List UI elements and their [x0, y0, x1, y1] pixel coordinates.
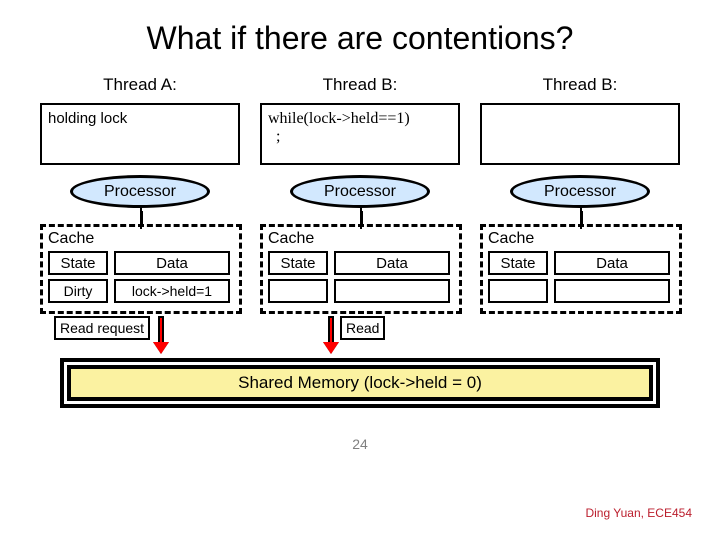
cache-a-label: Cache	[48, 230, 234, 248]
arrow-b1-head	[323, 342, 339, 354]
thread-b1-code: while(lock->held==1) ;	[260, 103, 460, 165]
thread-a-label: Thread A:	[40, 75, 240, 95]
thread-row: Thread A: holding lock Thread B: while(l…	[0, 75, 720, 165]
thread-b2: Thread B:	[480, 75, 680, 165]
state-b2	[488, 279, 548, 303]
data-header-a: Data	[114, 251, 230, 275]
read-a: Read request	[40, 320, 240, 348]
read-box-b1: Read	[340, 316, 385, 340]
thread-a: Thread A: holding lock	[40, 75, 240, 165]
thread-b1-label: Thread B:	[260, 75, 460, 95]
cache-b2-label: Cache	[488, 230, 674, 248]
read-request-box: Read request	[54, 316, 150, 340]
read-b2	[480, 320, 680, 348]
cache-a: Cache State Data Dirty lock->held=1	[40, 224, 242, 314]
cache-b1-label: Cache	[268, 230, 454, 248]
cache-b1: Cache State Data	[260, 224, 462, 314]
state-a: Dirty	[48, 279, 108, 303]
thread-b2-code	[480, 103, 680, 165]
proc-b2: Processor Cache State Data	[480, 175, 680, 314]
state-header-b1: State	[268, 251, 328, 275]
state-header-a: State	[48, 251, 108, 275]
data-b1	[334, 279, 450, 303]
arrow-b1	[328, 316, 334, 344]
page-number: 24	[0, 436, 720, 452]
slide-title: What if there are contentions?	[0, 0, 720, 57]
memory-wrap: Shared Memory (lock->held = 0)	[60, 358, 660, 408]
thread-b2-label: Thread B:	[480, 75, 680, 95]
data-header-b1: Data	[334, 251, 450, 275]
processor-b2: Processor	[510, 175, 650, 208]
processor-row: Processor Cache State Data Dirty lock->h…	[0, 175, 720, 314]
arrow-a	[158, 316, 164, 344]
data-b2	[554, 279, 670, 303]
credit: Ding Yuan, ECE454	[585, 506, 692, 520]
proc-b1: Processor Cache State Data	[260, 175, 460, 314]
memory-outer: Shared Memory (lock->held = 0)	[60, 358, 660, 408]
data-a: lock->held=1	[114, 279, 230, 303]
arrow-a-head	[153, 342, 169, 354]
read-row: Read request Read	[0, 320, 720, 348]
state-b1	[268, 279, 328, 303]
cache-b2: Cache State Data	[480, 224, 682, 314]
processor-a: Processor	[70, 175, 210, 208]
proc-a: Processor Cache State Data Dirty lock->h…	[40, 175, 240, 314]
data-header-b2: Data	[554, 251, 670, 275]
thread-b1: Thread B: while(lock->held==1) ;	[260, 75, 460, 165]
state-header-b2: State	[488, 251, 548, 275]
processor-b1: Processor	[290, 175, 430, 208]
thread-a-code: holding lock	[40, 103, 240, 165]
read-b1: Read	[260, 320, 460, 348]
shared-memory: Shared Memory (lock->held = 0)	[67, 365, 653, 401]
